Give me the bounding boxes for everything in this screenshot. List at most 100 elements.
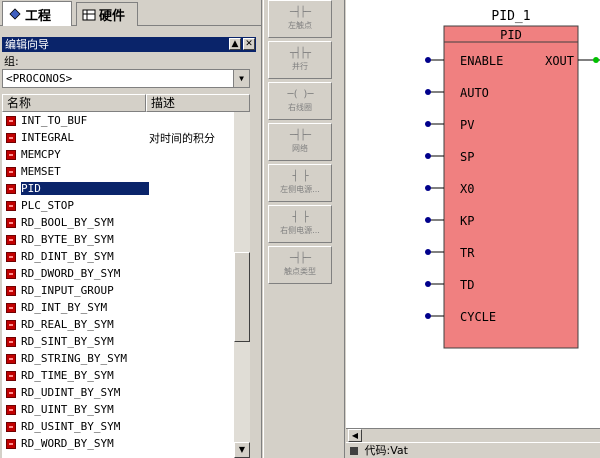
- list-item[interactable]: RD_BYTE_BY_SYM: [2, 231, 234, 248]
- minimize-icon[interactable]: ▲: [229, 38, 241, 50]
- input-pin-dot: [425, 281, 431, 287]
- scroll-left-icon[interactable]: ◀: [348, 429, 362, 442]
- ladder-tool-label: 左侧电源...: [280, 185, 320, 194]
- chevron-down-icon[interactable]: ▼: [233, 70, 249, 87]
- list-item[interactable]: RD_WORD_BY_SYM: [2, 435, 234, 452]
- input-pin-label: CYCLE: [460, 310, 496, 324]
- pane-tabbar: 工程 硬件: [0, 0, 262, 26]
- function-block-icon: [6, 404, 16, 415]
- list-item-name: RD_WORD_BY_SYM: [21, 437, 114, 450]
- column-header-desc[interactable]: 描述: [146, 94, 250, 112]
- function-block-icon: [6, 370, 16, 381]
- list-item-name: RD_BYTE_BY_SYM: [21, 233, 114, 246]
- list-item-name: MEMSET: [21, 165, 61, 178]
- list-item[interactable]: RD_INT_BY_SYM: [2, 299, 234, 316]
- ladder-symbol-icon: ─┤├─: [289, 253, 311, 264]
- tab-hardware[interactable]: 硬件: [76, 2, 138, 26]
- function-block-icon: [6, 319, 16, 330]
- function-block-icon: [6, 217, 16, 228]
- ladder-symbol-icon: ┬┤├┬: [289, 48, 311, 59]
- list-item[interactable]: INT_TO_BUF: [2, 112, 234, 129]
- function-block-icon: [6, 268, 16, 279]
- list-item[interactable]: PID: [2, 180, 234, 197]
- list-item-name: MEMCPY: [21, 148, 61, 161]
- code-tab-label: 代码:Vat: [364, 444, 408, 457]
- ladder-symbol-icon: ─┤├─: [289, 7, 311, 18]
- list-item-name: RD_UDINT_BY_SYM: [21, 386, 121, 399]
- ladder-tool-button[interactable]: ─( )─ 右线圈: [268, 82, 332, 120]
- group-select[interactable]: <PROCONOS> ▼: [2, 69, 250, 88]
- list-item-name: PID: [21, 182, 149, 195]
- ladder-tool-button[interactable]: ─┤├─ 网络: [268, 123, 332, 161]
- list-item[interactable]: RD_REAL_BY_SYM: [2, 316, 234, 333]
- input-pin-dot: [425, 89, 431, 95]
- list-item[interactable]: MEMCPY: [2, 146, 234, 163]
- project-pane: 工程 硬件 编辑向导 ▲ ✕ 组: <PROCONOS> ▼ 名称 描述 INT…: [0, 0, 262, 458]
- list-item[interactable]: RD_SINT_BY_SYM: [2, 333, 234, 350]
- list-item[interactable]: RD_USINT_BY_SYM: [2, 418, 234, 435]
- list-item-name: RD_SINT_BY_SYM: [21, 335, 114, 348]
- ladder-tool-button[interactable]: ─┤├─ 左触点: [268, 0, 332, 38]
- list-item-name: RD_STRING_BY_SYM: [21, 352, 127, 365]
- tab-project[interactable]: 工程: [2, 1, 72, 26]
- scroll-down-icon[interactable]: ▼: [234, 442, 250, 458]
- list-item-name: RD_TIME_BY_SYM: [21, 369, 114, 382]
- column-header-name[interactable]: 名称: [2, 94, 146, 112]
- group-label: 组:: [4, 55, 19, 68]
- ladder-tool-label: 右线圈: [288, 103, 312, 112]
- scrollbar-thumb[interactable]: [234, 252, 250, 342]
- input-pin-dot: [425, 153, 431, 159]
- input-pin-label: X0: [460, 182, 474, 196]
- function-block-icon: [6, 251, 16, 262]
- ladder-tool-button[interactable]: ┤ ├ 右侧电源...: [268, 205, 332, 243]
- function-block-icon: [6, 149, 16, 160]
- ladder-tool-label: 左触点: [288, 21, 312, 30]
- code-tab[interactable]: 代码:Vat: [346, 442, 600, 458]
- canvas-hscrollbar[interactable]: ◀: [346, 428, 600, 442]
- list-item[interactable]: RD_STRING_BY_SYM: [2, 350, 234, 367]
- list-item[interactable]: RD_TIME_BY_SYM: [2, 367, 234, 384]
- ladder-tool-button[interactable]: ─┤├─ 触点类型: [268, 246, 332, 284]
- function-block-icon: [6, 438, 16, 449]
- project-icon: [8, 7, 22, 21]
- list-item[interactable]: RD_DINT_BY_SYM: [2, 248, 234, 265]
- list-item-name: PLC_STOP: [21, 199, 74, 212]
- input-pin-label: TR: [460, 246, 475, 260]
- edit-wizard-title: 编辑向导: [5, 38, 49, 51]
- list-item-name: RD_USINT_BY_SYM: [21, 420, 121, 433]
- ladder-symbol-icon: ─( )─: [287, 89, 313, 100]
- list-item[interactable]: MEMSET: [2, 163, 234, 180]
- list-item[interactable]: RD_UDINT_BY_SYM: [2, 384, 234, 401]
- hardware-icon: [82, 8, 96, 22]
- function-block-icon: [6, 200, 16, 211]
- input-pin-label: SP: [460, 150, 474, 164]
- input-pin-dot: [425, 121, 431, 127]
- function-block-icon: [6, 387, 16, 398]
- list-item[interactable]: RD_INPUT_GROUP: [2, 282, 234, 299]
- ladder-symbol-icon: ┤ ├: [292, 171, 308, 182]
- input-pin-dot: [425, 313, 431, 319]
- list-item[interactable]: RD_UINT_BY_SYM: [2, 401, 234, 418]
- list-item-name: RD_INT_BY_SYM: [21, 301, 108, 314]
- function-block-icon: [6, 336, 16, 347]
- ladder-symbol-icon: ┤ ├: [292, 212, 308, 223]
- list-item[interactable]: RD_DWORD_BY_SYM: [2, 265, 234, 282]
- output-pin-dot: [593, 57, 599, 63]
- function-block-icon: [6, 302, 16, 313]
- input-pin-label: ENABLE: [460, 54, 503, 68]
- ladder-tool-button[interactable]: ┬┤├┬ 并行: [268, 41, 332, 79]
- ladder-tool-label: 触点类型: [284, 267, 316, 276]
- list-item-name: INT_TO_BUF: [21, 114, 88, 127]
- list-item[interactable]: INTEGRAL 对时间的积分: [2, 129, 234, 146]
- list-item-name: RD_UINT_BY_SYM: [21, 403, 114, 416]
- list-item[interactable]: PLC_STOP: [2, 197, 234, 214]
- ladder-tool-button[interactable]: ┤ ├ 左侧电源...: [268, 164, 332, 202]
- close-icon[interactable]: ✕: [243, 38, 255, 50]
- diagram-canvas[interactable]: PID_1 PID ENABLE AUTO PV SP X0 KP TR TD CYCLE XOUT: [346, 0, 600, 428]
- list-item[interactable]: RD_BOOL_BY_SYM: [2, 214, 234, 231]
- input-pin-label: AUTO: [460, 86, 489, 100]
- function-block-icon: [6, 285, 16, 296]
- list-scrollbar[interactable]: ▼: [234, 112, 250, 458]
- ladder-tool-label: 右侧电源...: [280, 226, 320, 235]
- input-pin-dot: [425, 57, 431, 63]
